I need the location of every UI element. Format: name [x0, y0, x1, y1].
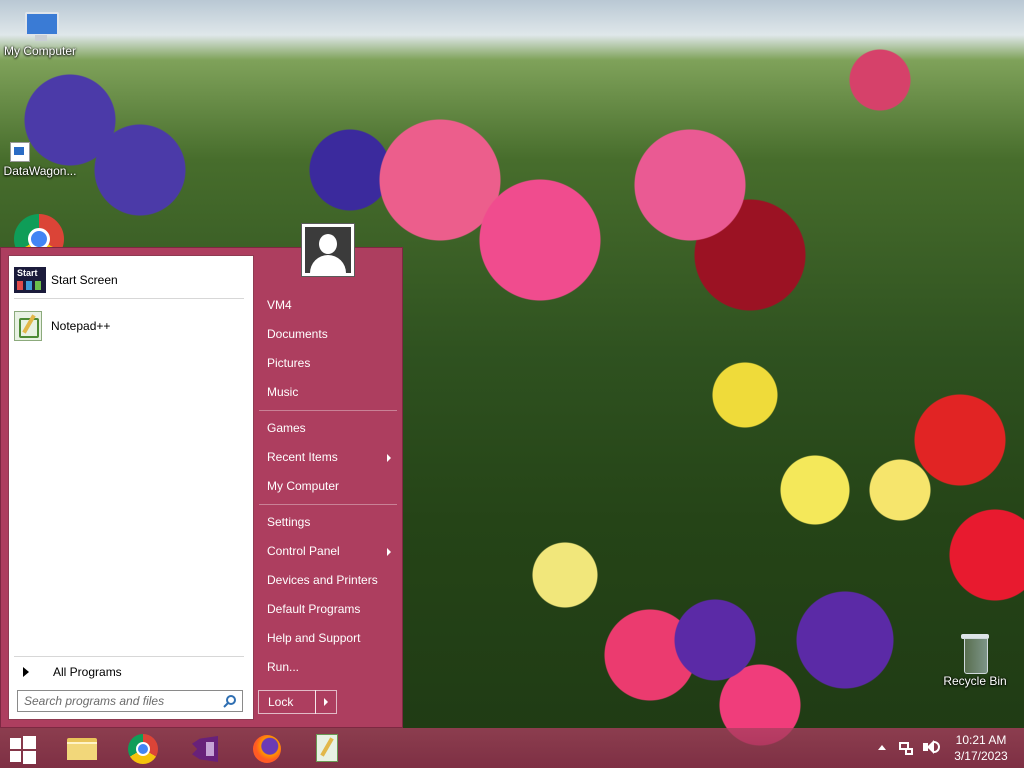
- link-label: Music: [267, 385, 299, 399]
- desktop-icon-recycle-bin[interactable]: Recycle Bin: [940, 632, 1010, 688]
- show-hidden-icons-icon[interactable]: [876, 728, 888, 768]
- start-menu-link-pictures[interactable]: Pictures: [259, 350, 397, 376]
- link-label: My Computer: [267, 479, 340, 493]
- start-menu-item-start-screen[interactable]: Start Start Screen: [14, 264, 249, 296]
- start-menu-link-vm4[interactable]: VM4: [259, 292, 397, 318]
- link-label: VM4: [267, 298, 292, 312]
- start-menu-link-devices-and-printers[interactable]: Devices and Printers: [259, 567, 397, 593]
- triangle-right-icon: [23, 667, 29, 677]
- computer-icon: [21, 10, 59, 42]
- file-explorer-icon[interactable]: [57, 730, 101, 766]
- desktop-icon-datawagon[interactable]: DataWagon...: [0, 142, 80, 178]
- link-label: Recent Items: [267, 450, 338, 464]
- clock[interactable]: 10:21 AM 3/17/2023: [944, 732, 1018, 764]
- notepad-plus-plus-icon: [14, 311, 42, 341]
- start-menu-programs-pane: Start Start Screen Notepad++ All Program…: [8, 255, 254, 720]
- link-label: Devices and Printers: [267, 573, 378, 587]
- start-menu: Start Start Screen Notepad++ All Program…: [0, 223, 403, 728]
- lock-button[interactable]: Lock: [258, 690, 316, 714]
- divider: [259, 410, 397, 411]
- visual-studio-icon[interactable]: [182, 730, 226, 766]
- user-avatar[interactable]: [301, 223, 355, 277]
- link-label: Run...: [267, 660, 300, 674]
- taskbar: 10:21 AM 3/17/2023: [0, 728, 1024, 768]
- network-icon[interactable]: [896, 728, 916, 768]
- start-menu-link-games[interactable]: Games: [259, 415, 397, 441]
- start-menu-link-help-and-support[interactable]: Help and Support: [259, 625, 397, 651]
- link-label: Pictures: [267, 356, 311, 370]
- clock-date: 3/17/2023: [954, 749, 1008, 763]
- power-options-arrow-button[interactable]: [315, 690, 337, 714]
- link-label: Games: [267, 421, 306, 435]
- link-label: Settings: [267, 515, 311, 529]
- desktop-icon-label: Recycle Bin: [943, 674, 1007, 688]
- start-screen-icon: Start: [14, 267, 46, 293]
- chrome-icon[interactable]: [120, 730, 164, 766]
- windows-start-icon[interactable]: [0, 730, 44, 766]
- program-label: Notepad++: [51, 319, 111, 333]
- chevron-right-icon: [387, 454, 391, 462]
- recycle-bin-icon: [961, 632, 989, 674]
- link-label: Documents: [267, 327, 328, 341]
- start-menu-link-music[interactable]: Music: [259, 379, 397, 405]
- program-label: Start Screen: [51, 273, 118, 287]
- desktop-icon-label: My Computer: [3, 44, 77, 58]
- clock-time: 10:21 AM: [955, 733, 1007, 747]
- link-label: Help and Support: [267, 631, 361, 645]
- all-programs-button[interactable]: All Programs: [14, 661, 249, 683]
- search-icon[interactable]: [223, 694, 237, 708]
- search-input[interactable]: [18, 691, 230, 711]
- start-menu-link-control-panel[interactable]: Control Panel: [259, 538, 397, 564]
- desktop-icon-label: DataWagon...: [3, 164, 77, 178]
- volume-icon[interactable]: [920, 728, 940, 768]
- shortcut-icon: [10, 142, 30, 162]
- divider: [14, 656, 244, 657]
- divider: [14, 298, 244, 299]
- link-label: Control Panel: [267, 544, 340, 558]
- start-menu-link-settings[interactable]: Settings: [259, 509, 397, 535]
- all-programs-label: All Programs: [53, 665, 122, 679]
- search-box[interactable]: [17, 690, 243, 712]
- start-menu-link-run[interactable]: Run...: [259, 654, 397, 680]
- divider: [259, 504, 397, 505]
- notepad-plus-plus-icon[interactable]: [304, 730, 348, 766]
- link-label: Default Programs: [267, 602, 361, 616]
- start-menu-link-my-computer[interactable]: My Computer: [259, 473, 397, 499]
- chevron-right-icon: [387, 548, 391, 556]
- start-menu-link-recent-items[interactable]: Recent Items: [259, 444, 397, 470]
- desktop-icon-my-computer[interactable]: My Computer: [0, 10, 80, 58]
- start-menu-link-documents[interactable]: Documents: [259, 321, 397, 347]
- start-menu-link-default-programs[interactable]: Default Programs: [259, 596, 397, 622]
- start-menu-item-notepad-plus-plus[interactable]: Notepad++: [14, 310, 249, 342]
- firefox-icon[interactable]: [244, 730, 288, 766]
